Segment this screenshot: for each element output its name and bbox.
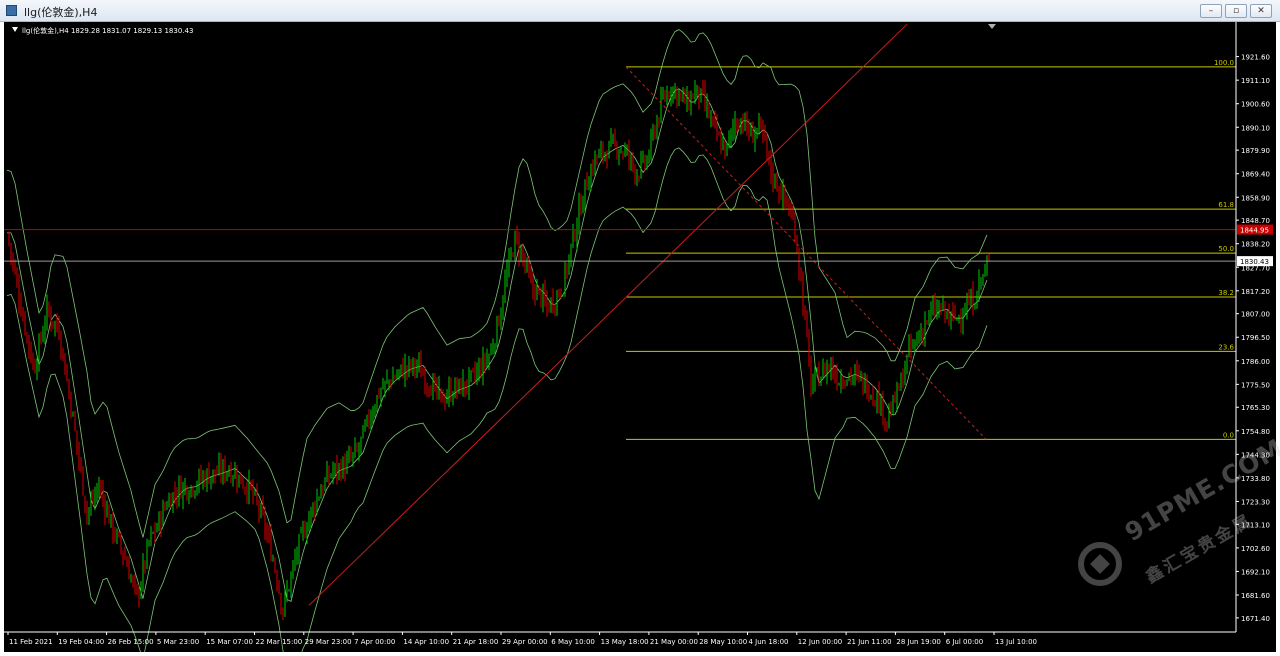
- price-tick-label: 1702.60: [1241, 545, 1270, 553]
- window-title: llg(伦敦金),H4: [24, 6, 98, 19]
- resistance-price-label: 1844.95: [1240, 227, 1269, 235]
- time-tick-label: 13 Jul 10:00: [995, 638, 1037, 646]
- time-tick-label: 22 Mar 15:00: [256, 638, 303, 646]
- fib-level-label: 50.0: [1218, 245, 1234, 253]
- time-tick-label: 28 May 10:00: [699, 638, 747, 646]
- minimize-button[interactable]: –: [1200, 4, 1222, 18]
- time-tick-label: 6 May 10:00: [551, 638, 595, 646]
- price-tick-label: 1807.00: [1241, 311, 1270, 319]
- time-tick-label: 21 May 00:00: [650, 638, 698, 646]
- time-tick-label: 12 Jun 00:00: [798, 638, 842, 646]
- price-tick-label: 1786.00: [1241, 358, 1270, 366]
- time-tick-label: 19 Feb 04:00: [58, 638, 104, 646]
- maximize-button[interactable]: ▫: [1225, 4, 1247, 18]
- time-tick-label: 11 Feb 2021: [9, 638, 53, 646]
- price-tick-label: 1754.80: [1241, 428, 1270, 436]
- price-tick-label: 1775.50: [1241, 381, 1270, 389]
- price-tick-label: 1733.80: [1241, 475, 1270, 483]
- price-tick-label: 1838.20: [1241, 241, 1270, 249]
- chart-window[interactable]: 100.0 61.8 50.0 38.2 23.6 0.0 1921.60 1911.10 1…: [4, 22, 1276, 652]
- time-tick-label: 4 Jun 18:00: [749, 638, 789, 646]
- price-tick-label: 1869.40: [1241, 171, 1270, 179]
- fib-level-label: 61.8: [1218, 201, 1234, 209]
- price-tick-label: 1692.10: [1241, 568, 1270, 576]
- symbol-ohlc-header: llg(伦敦金),H4 1829.28 1831.07 1829.13 1830…: [22, 27, 194, 35]
- time-tick-label: 29 Mar 23:00: [305, 638, 352, 646]
- chart-background: [4, 22, 1276, 652]
- bid-price-label: 1830.43: [1240, 258, 1269, 266]
- price-chart[interactable]: 100.0 61.8 50.0 38.2 23.6 0.0 1921.60 1911.10 1…: [4, 22, 1276, 652]
- time-tick-label: 21 Apr 18:00: [453, 638, 499, 646]
- price-tick-label: 1879.90: [1241, 147, 1270, 155]
- time-tick-label: 29 Apr 00:00: [502, 638, 548, 646]
- price-tick-label: 1681.60: [1241, 592, 1270, 600]
- price-tick-label: 1921.60: [1241, 54, 1270, 62]
- price-tick-label: 1817.20: [1241, 288, 1270, 296]
- price-tick-label: 1713.10: [1241, 521, 1270, 529]
- price-tick-label: 1858.90: [1241, 194, 1270, 202]
- window-titlebar: llg(伦敦金),H4 – ▫ ✕: [0, 0, 1280, 22]
- time-tick-label: 15 Mar 07:00: [206, 638, 253, 646]
- fib-level-label: 23.6: [1218, 343, 1234, 351]
- price-tick-label: 1744.30: [1241, 451, 1270, 459]
- price-tick-label: 1911.10: [1241, 77, 1270, 85]
- time-tick-label: 7 Apr 00:00: [354, 638, 395, 646]
- price-tick-label: 1671.40: [1241, 615, 1270, 623]
- price-tick-label: 1900.60: [1241, 101, 1270, 109]
- time-tick-label: 5 Mar 23:00: [157, 638, 199, 646]
- time-tick-label: 6 Jul 00:00: [946, 638, 984, 646]
- price-tick-label: 1723.30: [1241, 498, 1270, 506]
- time-tick-label: 28 Jun 19:00: [896, 638, 940, 646]
- time-tick-label: 26 Feb 15:00: [108, 638, 154, 646]
- app-icon: [6, 5, 17, 16]
- price-tick-label: 1848.70: [1241, 217, 1270, 225]
- price-tick-label: 1890.10: [1241, 124, 1270, 132]
- time-tick-label: 13 May 18:00: [601, 638, 649, 646]
- fib-level-label: 100.0: [1214, 59, 1234, 67]
- close-button[interactable]: ✕: [1250, 4, 1272, 18]
- fib-level-label: 38.2: [1218, 289, 1234, 297]
- fib-level-label: 0.0: [1223, 431, 1234, 439]
- price-tick-label: 1796.50: [1241, 334, 1270, 342]
- chart-shift-icon[interactable]: [988, 24, 996, 29]
- time-tick-label: 14 Apr 10:00: [403, 638, 449, 646]
- price-tick-label: 1765.30: [1241, 404, 1270, 412]
- time-tick-label: 21 Jun 11:00: [847, 638, 891, 646]
- collapse-icon[interactable]: [12, 27, 18, 32]
